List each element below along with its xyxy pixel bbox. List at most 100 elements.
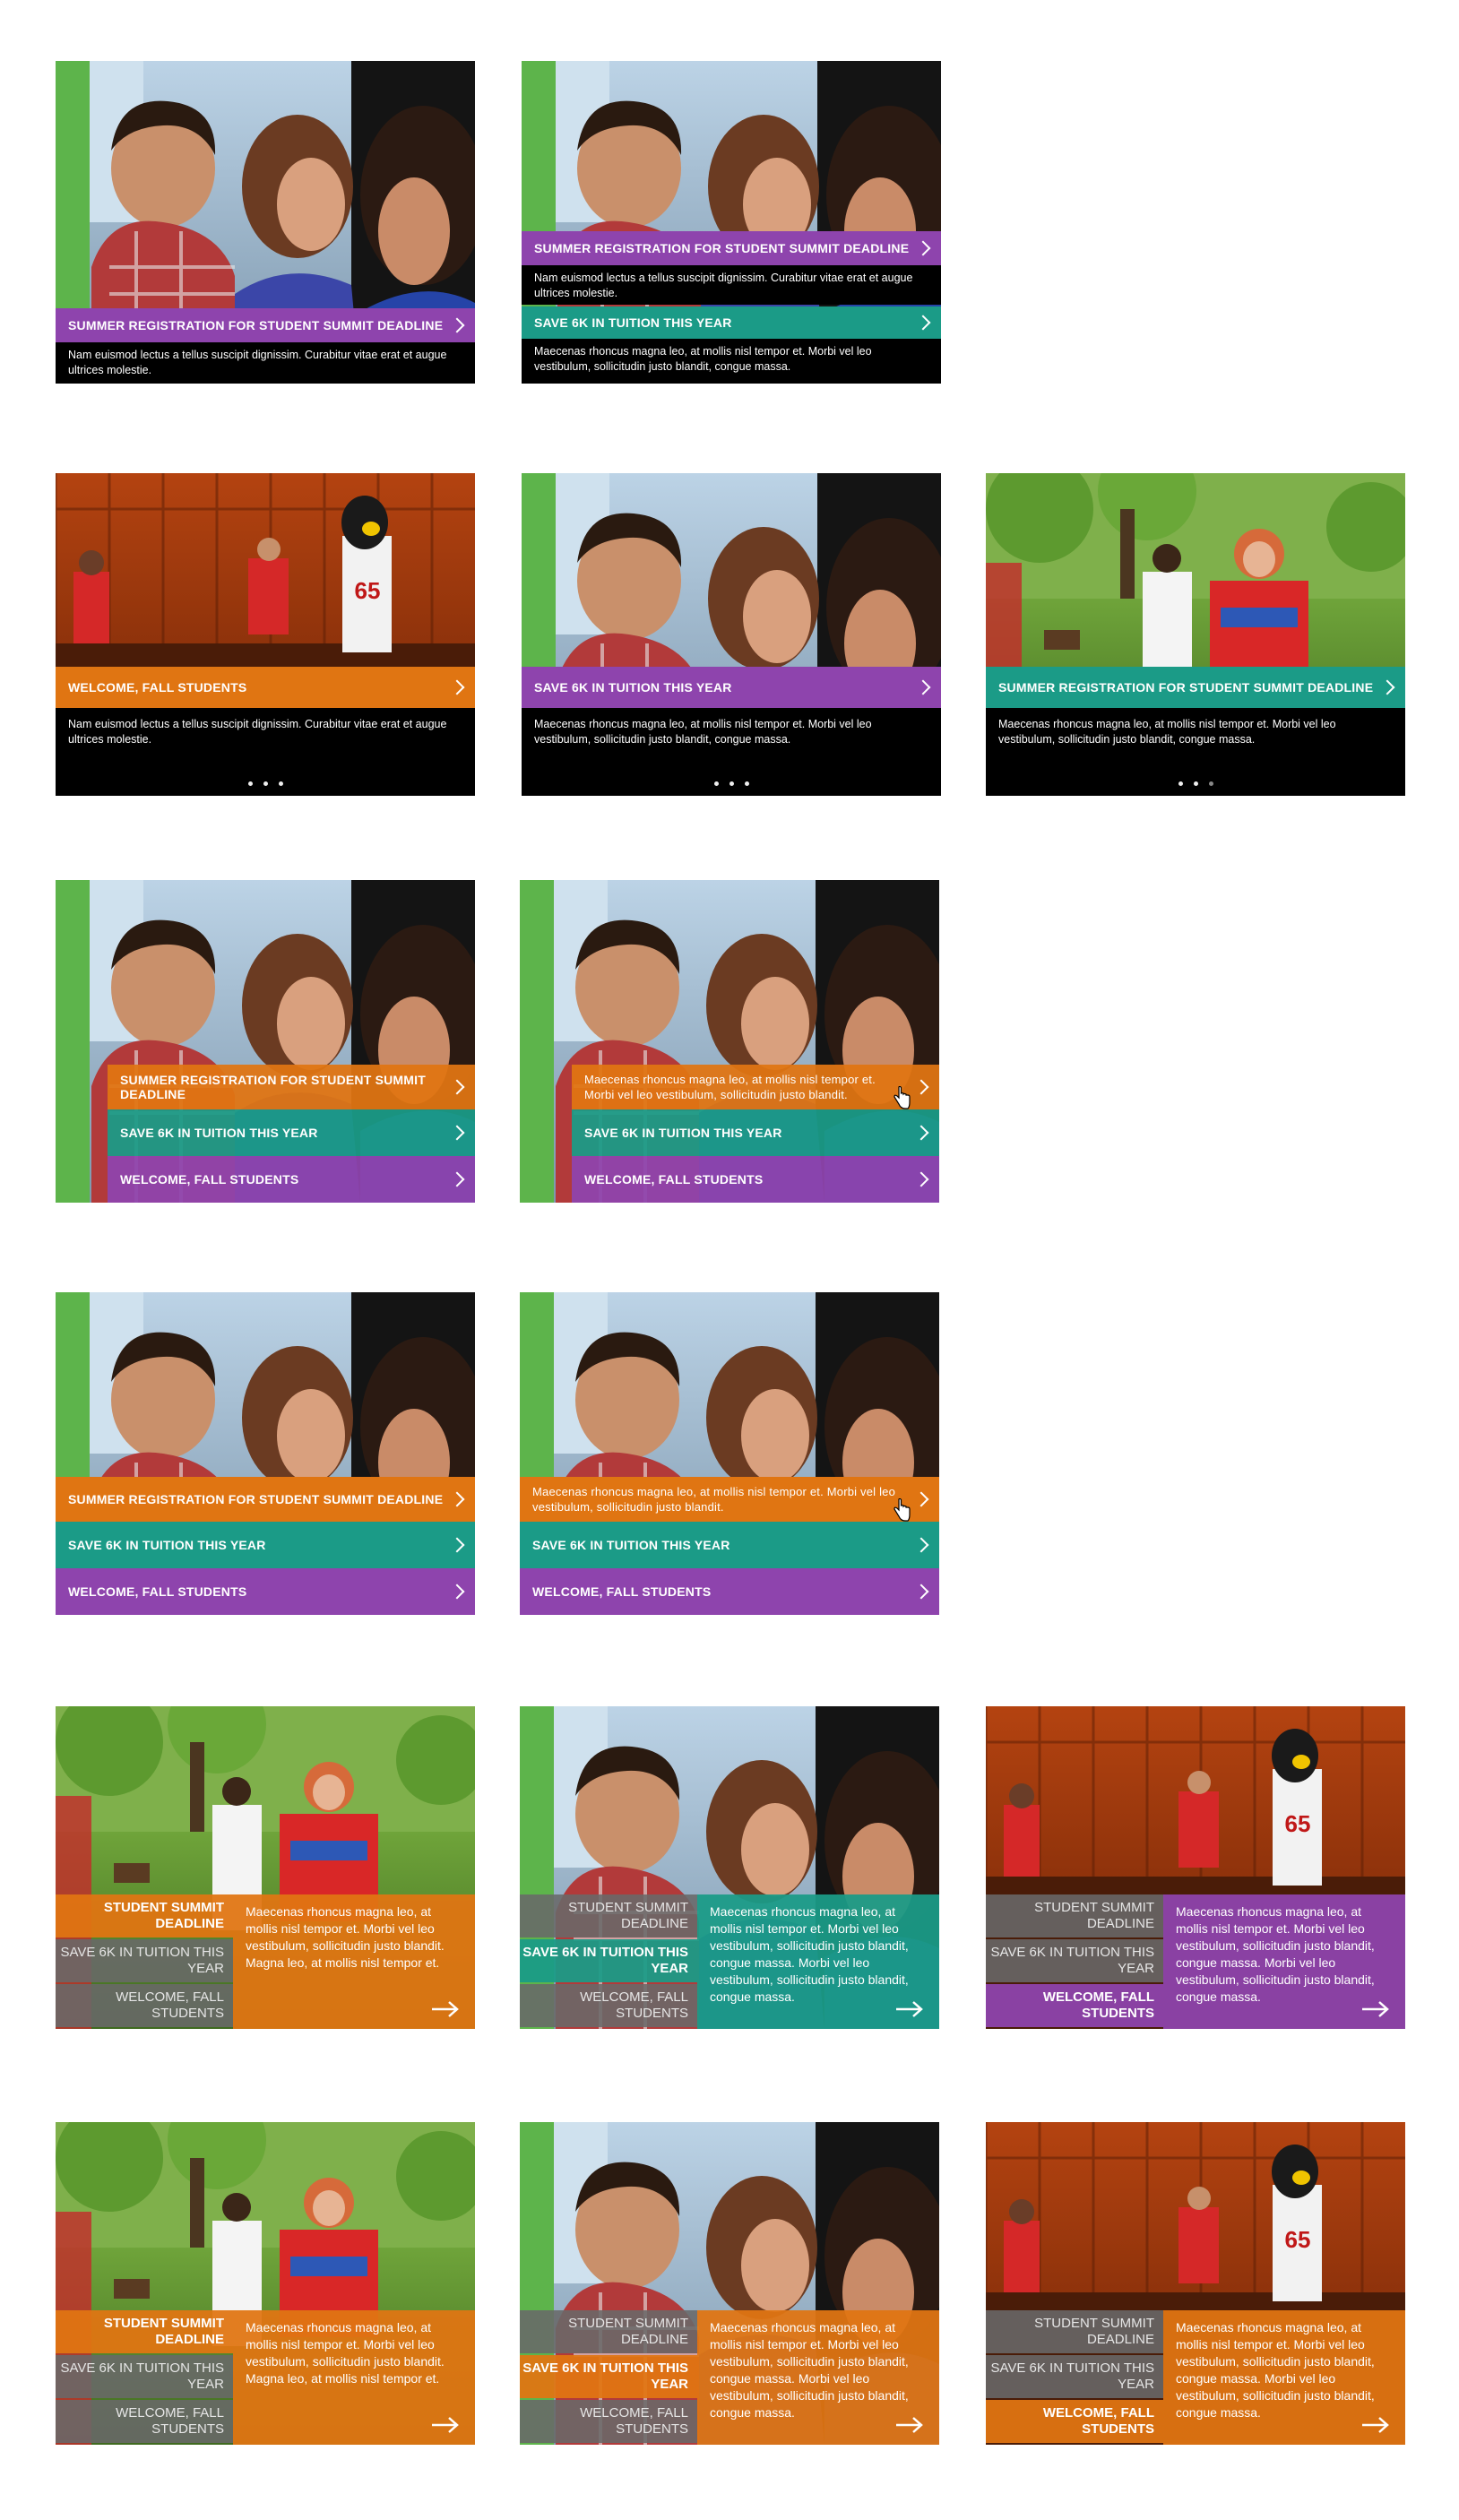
slide-card-r2c2: SAVE 6K IN TUITION THIS YEAR Maecenas rh… — [522, 473, 941, 796]
save-tuition-link[interactable]: SAVE 6K IN TUITION THIS YEAR — [56, 1522, 475, 1568]
carousel-dot-icon[interactable] — [1178, 781, 1183, 786]
panel-text: Maecenas rhoncus magna leo, at mollis ni… — [710, 2320, 909, 2420]
slide-description: Nam euismod lectus a tellus suscipit dig… — [522, 265, 941, 305]
tab-save-tuition[interactable]: SAVE 6K IN TUITION THIS YEAR — [56, 1939, 233, 1982]
panel-text: Maecenas rhoncus magna leo, at mollis ni… — [246, 2320, 445, 2386]
tabbed-panel: STUDENT SUMMIT DEADLINE SAVE 6K IN TUITI… — [520, 1894, 939, 2029]
slide-card-r3c2: Maecenas rhoncus magna leo, at mollis ni… — [520, 880, 939, 1203]
arrow-right-icon[interactable] — [1360, 2000, 1391, 2018]
tabbed-panel: STUDENT SUMMIT DEADLINE SAVE 6K IN TUITI… — [56, 1894, 475, 2029]
tab-save-tuition[interactable]: SAVE 6K IN TUITION THIS YEAR — [986, 1939, 1163, 1982]
welcome-link[interactable]: WELCOME, FALL STUDENTS — [56, 667, 475, 708]
tab-welcome[interactable]: WELCOME, FALL STUDENTS — [56, 2400, 233, 2443]
slide-card-r5c3: STUDENT SUMMIT DEADLINE SAVE 6K IN TUITI… — [986, 1706, 1405, 2029]
welcome-link[interactable]: WELCOME, FALL STUDENTS — [520, 1568, 939, 1615]
tabbed-panel: STUDENT SUMMIT DEADLINE SAVE 6K IN TUITI… — [56, 2310, 475, 2445]
slide-description: Maecenas rhoncus magna leo, at mollis ni… — [522, 339, 941, 384]
slide-card-r2c1: WELCOME, FALL STUDENTS Nam euismod lectu… — [56, 473, 475, 796]
slide-card-r5c2: STUDENT SUMMIT DEADLINE SAVE 6K IN TUITI… — [520, 1706, 939, 2029]
tab-welcome[interactable]: WELCOME, FALL STUDENTS — [520, 1984, 697, 2027]
chevron-right-icon — [449, 1584, 465, 1600]
arrow-right-icon[interactable] — [894, 2416, 925, 2434]
arrow-right-icon[interactable] — [430, 2416, 461, 2434]
tab-nav: STUDENT SUMMIT DEADLINE SAVE 6K IN TUITI… — [56, 2310, 233, 2445]
summer-registration-link[interactable]: SUMMER REGISTRATION FOR STUDENT SUMMIT D… — [986, 667, 1405, 708]
carousel-dot-icon[interactable] — [729, 781, 734, 786]
slide-card-r6c3: STUDENT SUMMIT DEADLINE SAVE 6K IN TUITI… — [986, 2122, 1405, 2445]
summer-registration-link[interactable]: SUMMER REGISTRATION FOR STUDENT SUMMIT D… — [56, 308, 475, 342]
summer-hover-description[interactable]: Maecenas rhoncus magna leo, at mollis ni… — [520, 1477, 939, 1522]
summer-registration-link[interactable]: SUMMER REGISTRATION FOR STUDENT SUMMIT D… — [108, 1065, 475, 1109]
tab-nav: STUDENT SUMMIT DEADLINE SAVE 6K IN TUITI… — [520, 1894, 697, 2029]
tab-summit-deadline[interactable]: STUDENT SUMMIT DEADLINE — [520, 2310, 697, 2353]
tab-nav: STUDENT SUMMIT DEADLINE SAVE 6K IN TUITI… — [520, 2310, 697, 2445]
carousel-dot-icon[interactable] — [263, 781, 268, 786]
tab-summit-deadline[interactable]: STUDENT SUMMIT DEADLINE — [986, 1894, 1163, 1937]
chevron-right-icon — [1379, 679, 1395, 695]
tab-save-tuition[interactable]: SAVE 6K IN TUITION THIS YEAR — [986, 2355, 1163, 2398]
tab-panel: Maecenas rhoncus magna leo, at mollis ni… — [697, 1894, 939, 2029]
slide-card-r1c2: SUMMER REGISTRATION FOR STUDENT SUMMIT D… — [522, 61, 941, 384]
tab-welcome[interactable]: WELCOME, FALL STUDENTS — [56, 1984, 233, 2027]
panel-text: Maecenas rhoncus magna leo, at mollis ni… — [710, 1904, 909, 2004]
welcome-link[interactable]: WELCOME, FALL STUDENTS — [108, 1156, 475, 1203]
tab-nav: STUDENT SUMMIT DEADLINE SAVE 6K IN TUITI… — [986, 1894, 1163, 2029]
tab-summit-deadline[interactable]: STUDENT SUMMIT DEADLINE — [986, 2310, 1163, 2353]
save-tuition-link[interactable]: SAVE 6K IN TUITION THIS YEAR — [522, 667, 941, 708]
slide-card-r3c1: SUMMER REGISTRATION FOR STUDENT SUMMIT D… — [56, 880, 475, 1203]
slide-card-r6c2: STUDENT SUMMIT DEADLINE SAVE 6K IN TUITI… — [520, 2122, 939, 2445]
tab-nav: STUDENT SUMMIT DEADLINE SAVE 6K IN TUITI… — [986, 2310, 1163, 2445]
carousel-dot-icon[interactable] — [247, 781, 253, 786]
summer-hover-description[interactable]: Maecenas rhoncus magna leo, at mollis ni… — [572, 1065, 939, 1109]
carousel-dot-icon[interactable] — [278, 781, 283, 786]
chevron-right-icon — [449, 1125, 465, 1141]
chevron-right-icon — [913, 1584, 929, 1600]
carousel-dot-icon[interactable] — [1193, 781, 1198, 786]
arrow-right-icon[interactable] — [430, 2000, 461, 2018]
tab-summit-deadline[interactable]: STUDENT SUMMIT DEADLINE — [56, 2310, 233, 2353]
tab-save-tuition[interactable]: SAVE 6K IN TUITION THIS YEAR — [520, 2355, 697, 2398]
chevron-right-icon — [913, 1491, 929, 1507]
chevron-right-icon — [915, 679, 931, 695]
panel-text: Maecenas rhoncus magna leo, at mollis ni… — [1176, 1904, 1375, 2004]
tab-panel: Maecenas rhoncus magna leo, at mollis ni… — [697, 2310, 939, 2445]
tab-summit-deadline[interactable]: STUDENT SUMMIT DEADLINE — [56, 1894, 233, 1937]
slide-card-r1c1: SUMMER REGISTRATION FOR STUDENT SUMMIT D… — [56, 61, 475, 384]
chevron-right-icon — [449, 1171, 465, 1187]
hand-cursor-icon — [894, 1498, 911, 1522]
summer-registration-link[interactable]: SUMMER REGISTRATION FOR STUDENT SUMMIT D… — [56, 1477, 475, 1522]
slide-card-r4c1: SUMMER REGISTRATION FOR STUDENT SUMMIT D… — [56, 1292, 475, 1615]
save-tuition-link[interactable]: SAVE 6K IN TUITION THIS YEAR — [522, 306, 941, 339]
chevron-right-icon — [449, 1491, 465, 1507]
summer-registration-link[interactable]: SUMMER REGISTRATION FOR STUDENT SUMMIT D… — [522, 231, 941, 265]
panel-text: Maecenas rhoncus magna leo, at mollis ni… — [246, 1904, 445, 1970]
carousel-dots — [56, 774, 475, 790]
save-tuition-link[interactable]: SAVE 6K IN TUITION THIS YEAR — [520, 1522, 939, 1568]
welcome-link[interactable]: WELCOME, FALL STUDENTS — [56, 1568, 475, 1615]
save-tuition-link[interactable]: SAVE 6K IN TUITION THIS YEAR — [572, 1109, 939, 1156]
tab-panel: Maecenas rhoncus magna leo, at mollis ni… — [233, 1894, 475, 2029]
carousel-dot-icon[interactable] — [744, 781, 749, 786]
tab-save-tuition[interactable]: SAVE 6K IN TUITION THIS YEAR — [56, 2355, 233, 2398]
chevron-right-icon — [913, 1079, 929, 1095]
welcome-link[interactable]: WELCOME, FALL STUDENTS — [572, 1156, 939, 1203]
panel-text: Maecenas rhoncus magna leo, at mollis ni… — [1176, 2320, 1375, 2420]
tab-save-tuition[interactable]: SAVE 6K IN TUITION THIS YEAR — [520, 1939, 697, 1982]
save-tuition-link[interactable]: SAVE 6K IN TUITION THIS YEAR — [108, 1109, 475, 1156]
tab-welcome[interactable]: WELCOME, FALL STUDENTS — [520, 2400, 697, 2443]
carousel-dot-icon[interactable] — [713, 781, 719, 786]
chevron-right-icon — [913, 1171, 929, 1187]
hand-cursor-icon — [894, 1086, 911, 1109]
slide-card-r4c2: Maecenas rhoncus magna leo, at mollis ni… — [520, 1292, 939, 1615]
slide-card-r5c1: STUDENT SUMMIT DEADLINE SAVE 6K IN TUITI… — [56, 1706, 475, 2029]
tab-panel: Maecenas rhoncus magna leo, at mollis ni… — [233, 2310, 475, 2445]
tab-welcome[interactable]: WELCOME, FALL STUDENTS — [986, 2400, 1163, 2443]
slide-card-r2c3: SUMMER REGISTRATION FOR STUDENT SUMMIT D… — [986, 473, 1405, 796]
carousel-dots — [986, 774, 1405, 790]
chevron-right-icon — [915, 315, 931, 331]
tab-welcome[interactable]: WELCOME, FALL STUDENTS — [986, 1984, 1163, 2027]
arrow-right-icon[interactable] — [894, 2000, 925, 2018]
arrow-right-icon[interactable] — [1360, 2416, 1391, 2434]
carousel-dot-icon[interactable] — [1208, 781, 1213, 786]
tab-summit-deadline[interactable]: STUDENT SUMMIT DEADLINE — [520, 1894, 697, 1937]
